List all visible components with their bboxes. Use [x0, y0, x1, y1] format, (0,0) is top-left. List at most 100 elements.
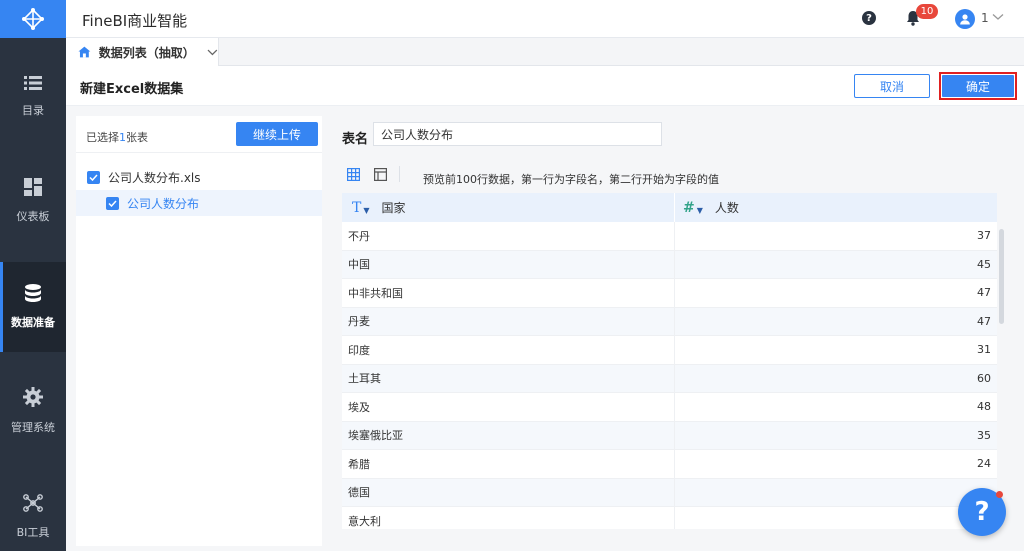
tab-label: 数据列表（抽取） [98, 45, 195, 60]
question-icon: ? [974, 497, 990, 527]
divider [399, 166, 400, 182]
notification-badge: 10 [916, 4, 938, 19]
cell-count: 47 [977, 286, 991, 300]
cell-country: 意大利 [342, 507, 675, 529]
network-icon [23, 494, 43, 512]
cell-count: 37 [977, 229, 991, 243]
number-type-icon[interactable]: # [683, 200, 695, 216]
user-avatar-icon[interactable] [955, 9, 975, 29]
tab-strip: 数据列表（抽取） [66, 38, 1024, 66]
sidebar-item-label: BI工具 [16, 526, 50, 539]
table-row[interactable]: 意大利 [342, 507, 997, 529]
column-name: 国家 [381, 201, 406, 215]
sidebar-item-dashboard[interactable]: 仪表板 [0, 156, 66, 246]
table-name-label: 表名 [342, 132, 369, 147]
cell-country: 埃塞俄比亚 [342, 421, 675, 449]
cell-count: 31 [977, 343, 991, 357]
confirm-button[interactable]: 确定 [942, 75, 1014, 97]
cell-country: 埃及 [342, 393, 675, 421]
preview-table: T ▼ 国家 # ▼ 人数 不丹 37 中国 45 中非共和国 47 丹麦 47 印度 31 土耳其 60… [342, 193, 997, 529]
sidebar-item-label: 管理系统 [11, 421, 55, 434]
tree-item-label: 公司人数分布.xls [108, 170, 201, 185]
table-header: T ▼ 国家 # ▼ 人数 [342, 193, 997, 222]
file-panel: 已选择1张表 继续上传 公司人数分布.xls 公司人数分布 [76, 116, 322, 546]
main-panel: 新建Excel数据集 取消 确定 已选择1张表 继续上传 公司人数分布.xls … [66, 66, 1024, 551]
table-row[interactable]: 德国 [342, 478, 997, 507]
selected-suffix: 张表 [126, 131, 148, 144]
table-name-input[interactable] [373, 122, 662, 146]
checkbox-checked-icon[interactable] [106, 196, 119, 210]
sidebar-item-label: 仪表板 [16, 210, 50, 223]
confirm-button-highlight: 确定 [939, 72, 1017, 100]
tree-item-file[interactable]: 公司人数分布.xls [76, 164, 322, 190]
column-header-country[interactable]: T ▼ 国家 [342, 193, 675, 222]
table-row[interactable]: 丹麦 47 [342, 307, 997, 336]
sidebar-item-admin[interactable]: 管理系统 [0, 366, 66, 456]
cell-count: 47 [977, 314, 991, 328]
question-circle-icon[interactable]: ? [862, 11, 876, 25]
continue-upload-button[interactable]: 继续上传 [236, 122, 318, 146]
cell-country: 不丹 [342, 222, 675, 250]
chevron-down-icon[interactable] [992, 13, 1004, 21]
database-icon [25, 284, 41, 302]
table-row[interactable]: 希腊 24 [342, 450, 997, 479]
preview-hint: 预览前100行数据，第一行为字段名，第二行开始为字段的值 [423, 173, 719, 186]
form-view-icon[interactable] [374, 168, 387, 181]
selected-count-text: 已选择1张表 [86, 129, 148, 145]
tree-item-label: 公司人数分布 [127, 196, 200, 211]
sidebar-item-label: 数据准备 [11, 316, 55, 329]
cell-country: 印度 [342, 336, 675, 364]
sidebar-item-data-prep[interactable]: 数据准备 [0, 262, 66, 352]
cell-count: 24 [977, 457, 991, 471]
dashboard-icon [24, 178, 42, 196]
text-type-icon[interactable]: T [352, 200, 361, 216]
cell-count: 48 [977, 400, 991, 414]
page-title: 新建Excel数据集 [80, 82, 184, 97]
table-body: 不丹 37 中国 45 中非共和国 47 丹麦 47 印度 31 土耳其 60 埃及 48 埃塞俄比亚 35 希… [342, 222, 997, 529]
home-icon [78, 46, 91, 58]
preview-area: 表名 预览前100行数据，第一行为字段名，第二行开始为字段的值 T▼ 国家 [330, 116, 1024, 551]
cell-country: 丹麦 [342, 307, 675, 335]
page-title-bar: 新建Excel数据集 取消 确定 [66, 66, 1024, 106]
cell-country: 中非共和国 [342, 279, 675, 307]
tree-item-sheet[interactable]: 公司人数分布 [76, 190, 322, 216]
table-row[interactable]: 印度 31 [342, 336, 997, 365]
cell-country: 中国 [342, 250, 675, 278]
cell-country: 希腊 [342, 450, 675, 478]
divider [76, 152, 322, 153]
table-row[interactable]: 埃塞俄比亚 35 [342, 421, 997, 450]
finebi-logo-icon[interactable] [0, 0, 66, 38]
checkbox-checked-icon[interactable] [87, 170, 100, 184]
tab-data-list[interactable]: 数据列表（抽取） [66, 38, 219, 66]
caret-down-icon[interactable]: ▼ [363, 206, 369, 215]
selected-count: 1 [119, 131, 126, 144]
cancel-button[interactable]: 取消 [854, 74, 930, 98]
table-row[interactable]: 中非共和国 47 [342, 279, 997, 308]
caret-down-icon[interactable]: ▼ [697, 206, 703, 215]
chevron-down-icon[interactable] [207, 49, 218, 56]
cell-country: 德国 [342, 478, 675, 506]
app-title: FineBI商业智能 [82, 12, 188, 30]
sidebar-item-catalog[interactable]: 目录 [0, 52, 66, 142]
notification-dot [996, 491, 1003, 498]
list-icon [24, 76, 42, 90]
cell-count: 35 [977, 428, 991, 442]
cell-count: 45 [977, 257, 991, 271]
gear-icon [23, 387, 43, 407]
table-row[interactable]: 土耳其 60 [342, 364, 997, 393]
cell-count [675, 479, 997, 507]
sidebar-item-bi-tools[interactable]: BI工具 [0, 472, 66, 551]
table-row[interactable]: 中国 45 [342, 250, 997, 279]
user-name[interactable]: 1 [981, 11, 989, 25]
table-row[interactable]: 埃及 48 [342, 393, 997, 422]
grid-view-icon[interactable] [347, 168, 360, 181]
sidebar-item-label: 目录 [22, 104, 44, 117]
column-name: 人数 [714, 201, 739, 215]
table-row[interactable]: 不丹 37 [342, 222, 997, 251]
column-header-count[interactable]: # ▼ 人数 [675, 193, 997, 222]
cell-count [675, 507, 997, 529]
left-navigation: 目录 仪表板 数据准备 管理系统 BI工具 [0, 0, 66, 551]
selected-prefix: 已选择 [86, 131, 119, 144]
table-scrollbar[interactable] [999, 229, 1004, 324]
cell-count: 60 [977, 371, 991, 385]
